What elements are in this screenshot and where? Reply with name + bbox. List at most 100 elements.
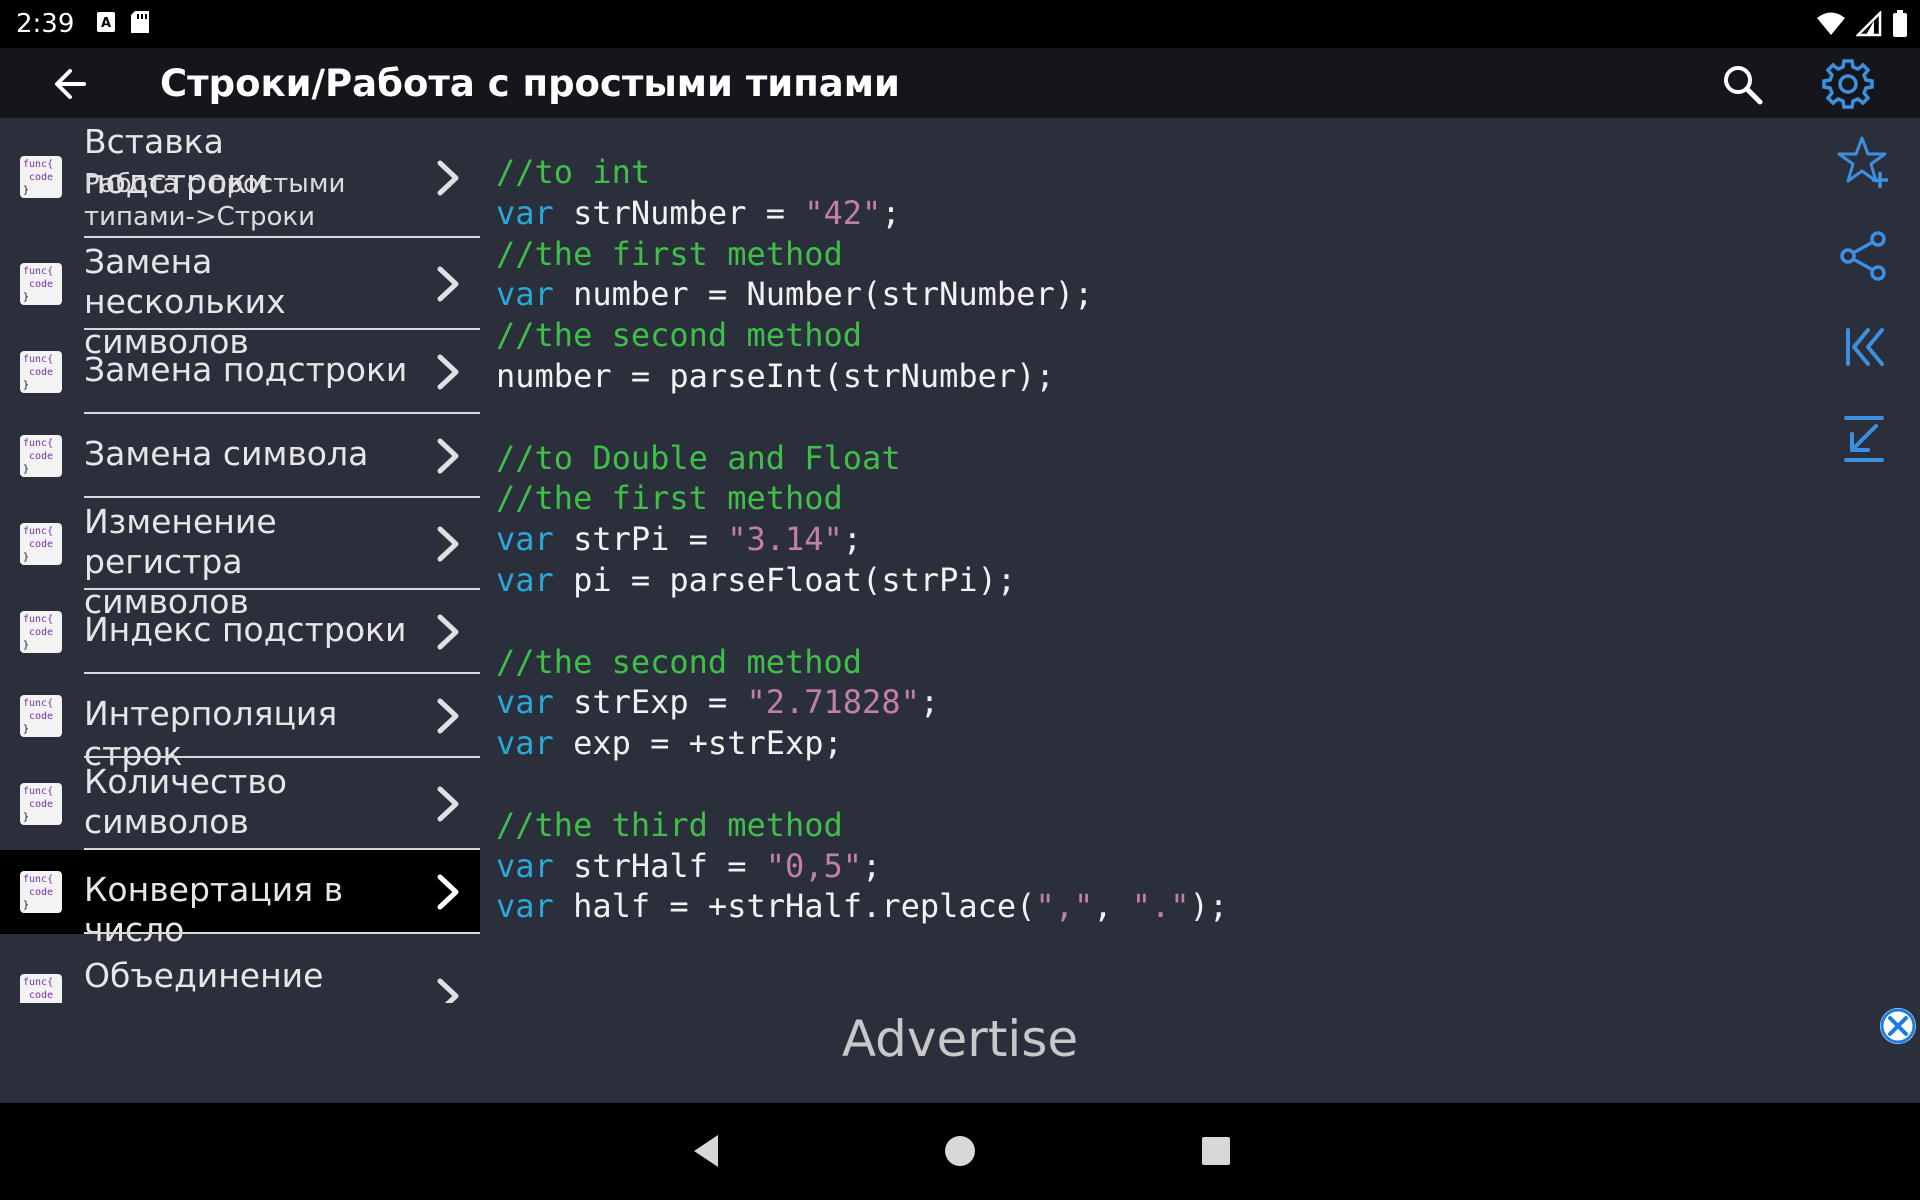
code-token: ); bbox=[1189, 887, 1229, 926]
code-token: var bbox=[496, 683, 554, 722]
list-item[interactable]: func{ code } Интерполяция строк bbox=[0, 674, 480, 773]
icon-text: code bbox=[29, 539, 54, 550]
list-item[interactable]: func{ code } Индекс подстроки bbox=[0, 590, 480, 674]
code-line: number = parseInt(strNumber); bbox=[496, 356, 1228, 397]
code-token: number = parseInt(strNumber); bbox=[496, 356, 1055, 395]
code-line: var strHalf = "0,5"; bbox=[496, 846, 1228, 887]
func-code-icon: func{ code } bbox=[20, 435, 62, 477]
chevron-right-icon bbox=[437, 874, 459, 910]
nav-recents-icon[interactable] bbox=[1194, 1129, 1238, 1173]
icon-text: code bbox=[29, 279, 54, 290]
code-token: var bbox=[496, 724, 554, 763]
list-item-selected[interactable]: func{ code } Конвертация в число bbox=[0, 850, 480, 949]
nav-home-icon[interactable] bbox=[938, 1129, 982, 1173]
list-item[interactable]: func{ code } Замена подстроки bbox=[0, 330, 480, 414]
cellular-signal-icon bbox=[1854, 9, 1882, 41]
list-item[interactable]: func{ code } Вставка подстроки Работа с … bbox=[0, 118, 480, 238]
code-token: ; bbox=[862, 846, 882, 885]
code-token: strPi = bbox=[553, 520, 728, 559]
icon-text: } bbox=[23, 900, 30, 911]
list-item[interactable]: func{ code } Замена символа bbox=[0, 414, 480, 498]
icon-text: func{ bbox=[23, 977, 54, 988]
code-token: "," bbox=[1035, 887, 1094, 926]
code-token: var bbox=[496, 846, 554, 885]
icon-text: } bbox=[23, 380, 30, 391]
status-bar: 2:39 A bbox=[0, 0, 1920, 48]
code-line: //the first method bbox=[496, 234, 1228, 275]
topic-list[interactable]: func{ code } Вставка подстроки Работа с … bbox=[0, 118, 480, 1003]
list-item-label: Количество символов bbox=[84, 762, 287, 841]
icon-text: code bbox=[29, 172, 54, 183]
code-line: //the second method bbox=[496, 642, 1228, 683]
close-ad-icon[interactable] bbox=[1878, 1006, 1918, 1046]
wifi-icon bbox=[1816, 11, 1846, 41]
code-token: //the first method bbox=[496, 234, 843, 273]
icon-text: code bbox=[29, 711, 54, 722]
code-line: //to int bbox=[496, 152, 1228, 193]
code-line: //the first method bbox=[496, 478, 1228, 519]
list-item-label: Замена символа bbox=[84, 434, 369, 473]
nav-back-icon[interactable] bbox=[686, 1129, 730, 1173]
list-item[interactable]: func{ code } Объединение списка строк bbox=[0, 934, 480, 1003]
code-token: var bbox=[496, 887, 554, 926]
chevron-right-icon bbox=[437, 614, 459, 650]
icon-text: } bbox=[23, 640, 30, 651]
code-line: var pi = parseFloat(strPi); bbox=[496, 560, 1228, 601]
icon-text: } bbox=[23, 1002, 59, 1003]
chevron-right-icon bbox=[437, 978, 459, 1003]
code-line: var exp = +strExp; bbox=[496, 723, 1228, 764]
icon-text: func{ bbox=[23, 354, 54, 365]
back-arrow-icon[interactable] bbox=[48, 62, 92, 106]
list-item-label: Объединение списка строк bbox=[84, 956, 324, 1003]
download-icon[interactable] bbox=[1836, 412, 1892, 468]
icon-text: func{ bbox=[23, 159, 54, 170]
code-token: "." bbox=[1131, 887, 1190, 926]
chevron-right-icon bbox=[437, 786, 459, 822]
code-token: //to int bbox=[496, 153, 651, 191]
icon-text: } bbox=[23, 292, 30, 303]
icon-text: } bbox=[23, 464, 30, 475]
code-token: "2.71828" bbox=[746, 683, 920, 722]
list-item[interactable]: func{ code } Замена нескольких символов bbox=[0, 238, 480, 361]
code-token: ; bbox=[919, 683, 940, 722]
star-add-icon[interactable] bbox=[1836, 134, 1892, 190]
page-title: Строки/Работа с простыми типами bbox=[160, 62, 900, 105]
advert-banner[interactable]: Advertise bbox=[0, 1010, 1920, 1068]
icon-text: func{ bbox=[23, 526, 54, 537]
app-bar: Строки/Работа с простыми типами bbox=[0, 48, 1920, 118]
chevron-right-icon bbox=[437, 526, 459, 562]
icon-text: code bbox=[29, 990, 54, 1001]
icon-text: func{ bbox=[23, 874, 54, 885]
icon-text: code bbox=[29, 887, 54, 898]
icon-text: } bbox=[23, 552, 30, 563]
search-icon[interactable] bbox=[1718, 60, 1766, 108]
first-page-icon[interactable] bbox=[1836, 320, 1892, 376]
icon-text: } bbox=[23, 724, 30, 735]
list-item-label: Замена подстроки bbox=[84, 350, 408, 389]
code-token: //the first method bbox=[496, 479, 843, 518]
func-code-icon: func{ code } bbox=[20, 156, 62, 198]
code-token: "3.14" bbox=[727, 520, 843, 559]
gear-icon[interactable] bbox=[1820, 56, 1876, 112]
chevron-right-icon bbox=[437, 266, 459, 302]
code-token: strHalf = bbox=[553, 846, 766, 885]
code-token: //to Double and Float bbox=[496, 438, 901, 477]
chevron-right-icon bbox=[437, 438, 459, 474]
chevron-right-icon bbox=[437, 354, 459, 390]
code-token: var bbox=[496, 520, 554, 559]
share-icon[interactable] bbox=[1836, 228, 1892, 284]
list-item[interactable]: func{ code } Изменение регистра символов bbox=[0, 498, 480, 621]
code-viewer: //to int var strNumber = "42";//the first… bbox=[496, 152, 1228, 927]
code-line: //the second method bbox=[496, 315, 1228, 356]
code-token: //the second method bbox=[496, 316, 863, 355]
code-token: //the second method bbox=[496, 642, 863, 681]
chevron-right-icon bbox=[437, 698, 459, 734]
code-line: var strPi = "3.14"; bbox=[496, 519, 1228, 560]
icon-text: func{ bbox=[23, 438, 54, 449]
icon-text: func{ bbox=[23, 614, 54, 625]
icon-text: code bbox=[29, 451, 54, 462]
list-item[interactable]: func{ code } Количество символов bbox=[0, 758, 480, 850]
